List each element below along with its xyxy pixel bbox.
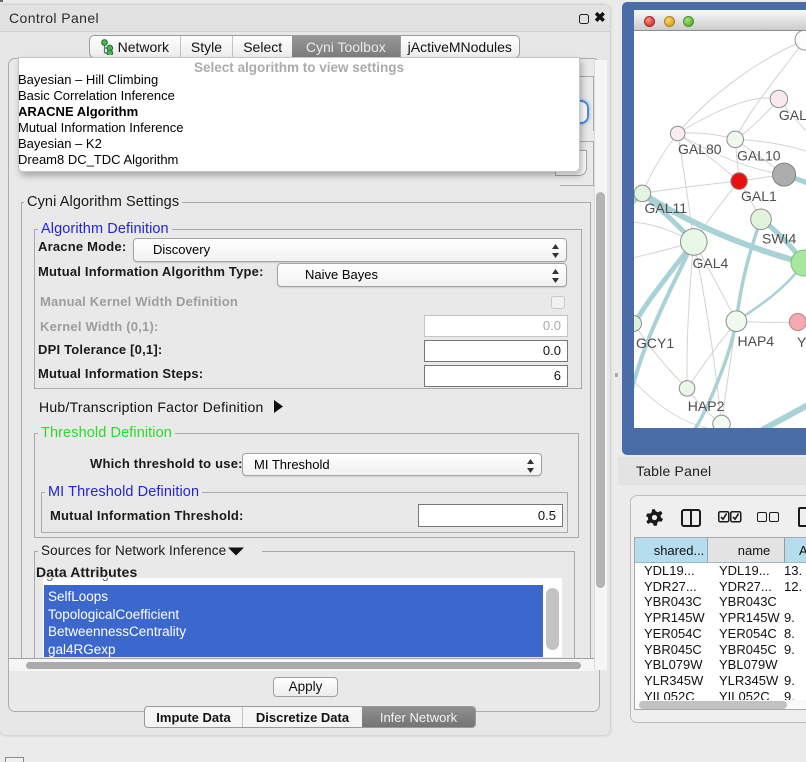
svg-text:GAL4: GAL4 [693,255,729,271]
svg-text:HAP2: HAP2 [688,398,725,414]
svg-text:GAL10: GAL10 [737,148,781,164]
svg-text:GAL11: GAL11 [645,200,688,216]
svg-text:GAL80: GAL80 [678,141,722,157]
svg-text:Y: Y [797,334,806,350]
svg-text:HAP4: HAP4 [738,333,775,349]
svg-text:GAL2: GAL2 [779,107,806,123]
svg-text:SWI4: SWI4 [762,231,796,247]
svg-text:GAL1: GAL1 [741,188,777,204]
svg-text:GCY1: GCY1 [636,335,674,351]
